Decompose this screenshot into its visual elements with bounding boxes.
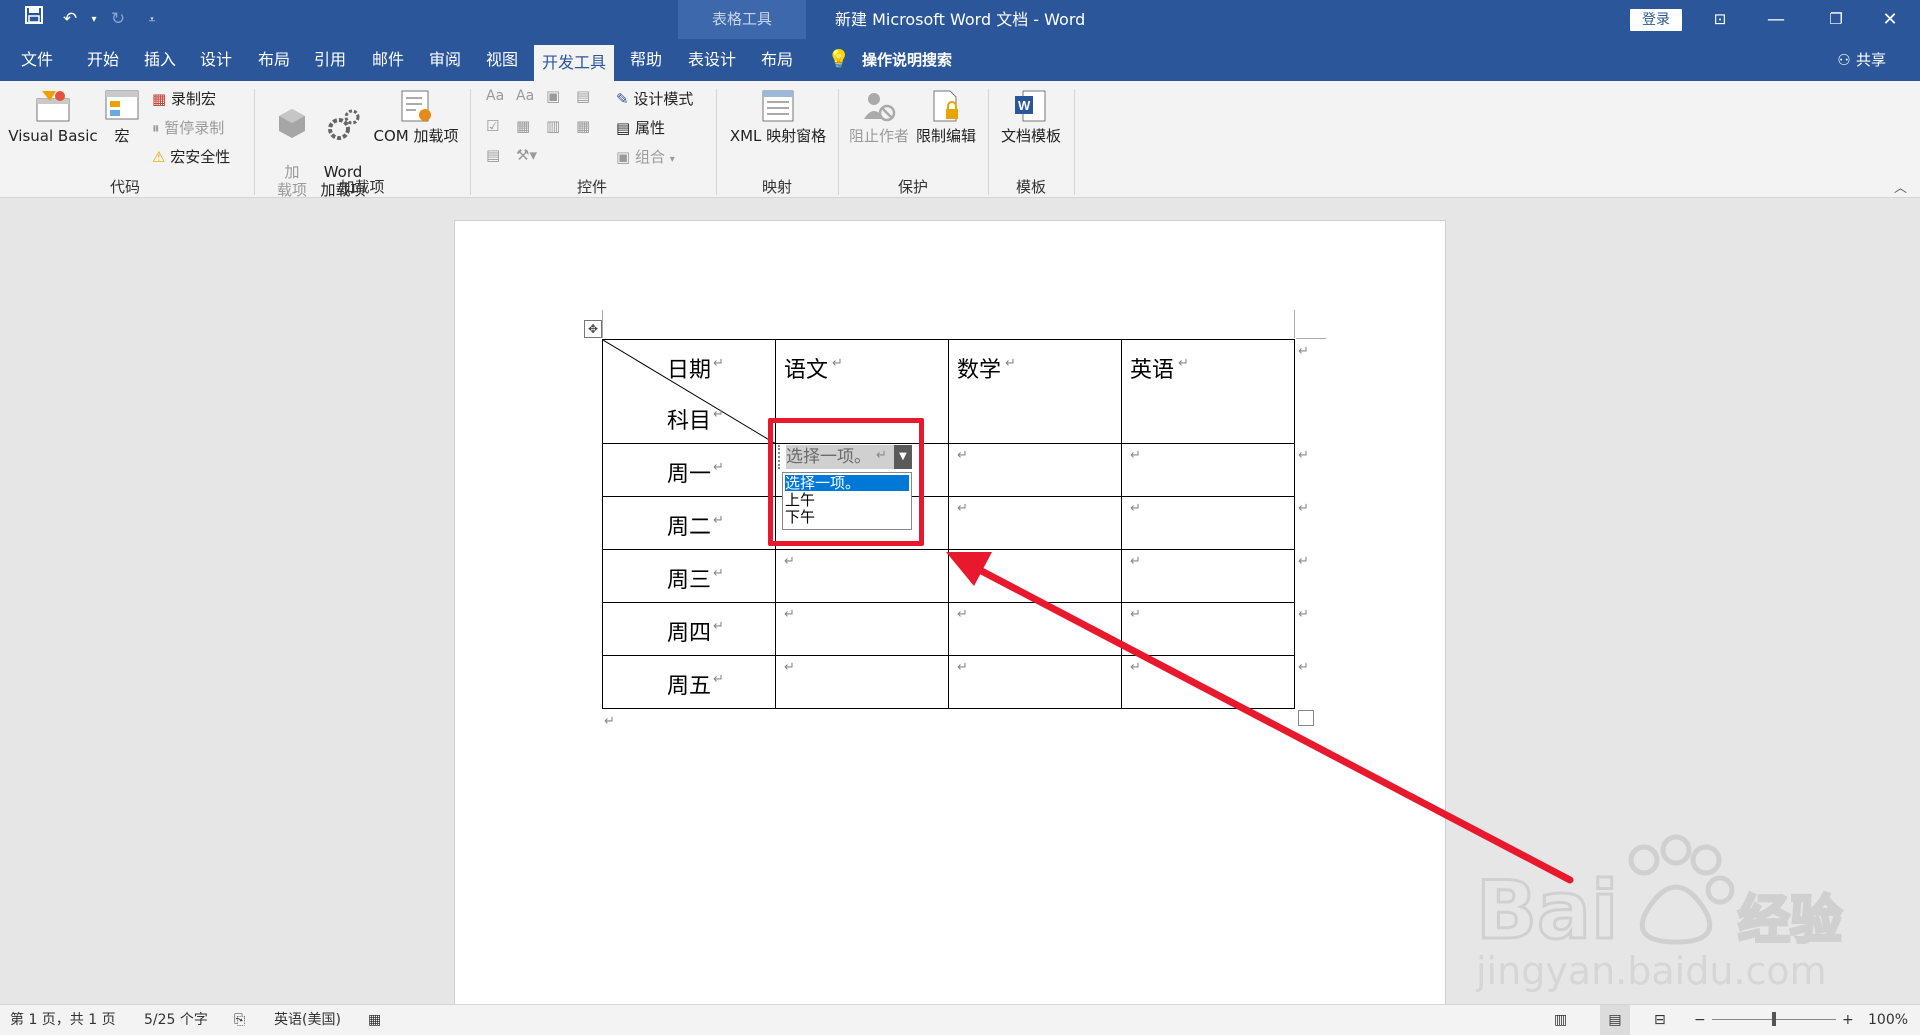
baidu-paw-logo: Bai 经验 jingyan.baidu.com bbox=[1475, 834, 1844, 993]
proofing-icon[interactable]: ⎘ bbox=[234, 1005, 245, 1035]
web-layout-icon[interactable]: ⊟ bbox=[1654, 1005, 1666, 1035]
zoom-in-icon[interactable]: + bbox=[1842, 1005, 1854, 1035]
print-layout-icon[interactable]: ▤ bbox=[1600, 1005, 1630, 1035]
zoom-out-icon[interactable]: − bbox=[1694, 1005, 1706, 1035]
word-count[interactable]: 5/25 个字 bbox=[144, 1005, 208, 1035]
macro-recording-icon[interactable]: ▦ bbox=[368, 1005, 381, 1035]
baidu-jingyan-watermark: Bai 经验 jingyan.baidu.com bbox=[1475, 832, 1916, 993]
status-bar: 第 1 页，共 1 页 5/25 个字 ⎘ 英语(美国) ▦ ▥ ▤ ⊟ − +… bbox=[0, 1004, 1920, 1035]
zoom-slider-thumb[interactable] bbox=[1772, 1012, 1776, 1026]
read-mode-icon[interactable]: ▥ bbox=[1554, 1005, 1567, 1035]
zoom-level[interactable]: 100% bbox=[1868, 1005, 1908, 1035]
page-count[interactable]: 第 1 页，共 1 页 bbox=[10, 1005, 116, 1035]
svg-text:Bai: Bai bbox=[1476, 864, 1618, 957]
language-indicator[interactable]: 英语(美国) bbox=[274, 1005, 341, 1035]
svg-text:经验: 经验 bbox=[1738, 891, 1842, 951]
svg-text:jingyan.baidu.com: jingyan.baidu.com bbox=[1476, 949, 1827, 992]
